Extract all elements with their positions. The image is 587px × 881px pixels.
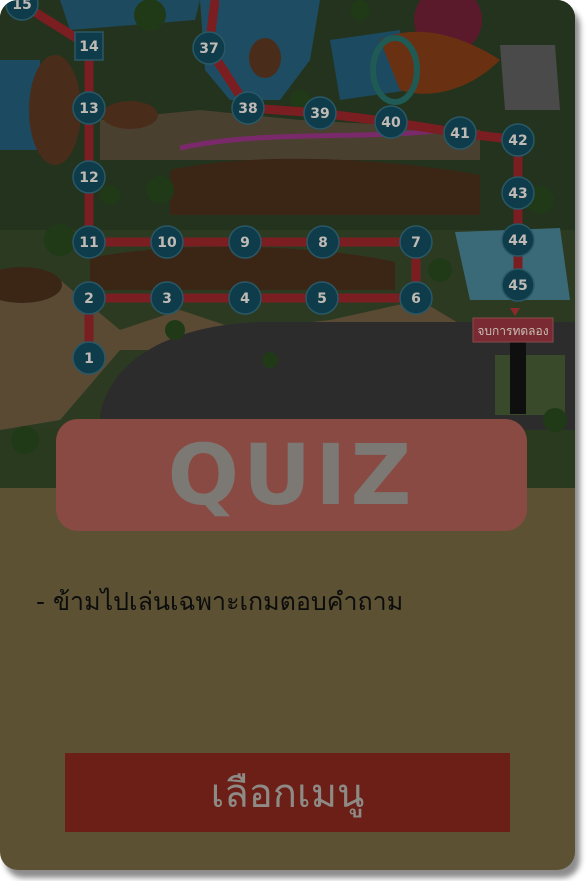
stop-number: 7 [411, 235, 421, 251]
board-stop-7: 7 [399, 225, 433, 259]
quiz-title-banner: QUIZ [56, 419, 527, 531]
stop-number: 8 [318, 235, 328, 251]
board-stop-37: 37 [192, 31, 226, 65]
stop-number: 39 [310, 106, 329, 122]
board-illustration: จบการทดลอง 12 3 4 5 67891011121314153738 3940… [0, 0, 575, 488]
board-stop-39: 39 [303, 96, 337, 130]
stop-number: 4 [240, 291, 250, 307]
stop-number: 43 [508, 186, 527, 202]
board-stop-13: 13 [72, 91, 106, 125]
stop-number: 5 [317, 291, 327, 307]
stop-number: 37 [199, 41, 218, 57]
board-stop-10: 10 [150, 225, 184, 259]
stop-number: 15 [12, 0, 31, 13]
stop-number: 1 [84, 351, 94, 367]
hut-small [102, 101, 158, 129]
board-stop-4: 4 [228, 281, 262, 315]
board-stop-1: 1 [72, 341, 106, 375]
billboard [510, 342, 526, 414]
stop-number: 44 [508, 233, 528, 249]
stop-number: 3 [162, 291, 172, 307]
stop-number: 12 [79, 170, 98, 186]
quiz-mode-card[interactable]: จบการทดลอง 1 2 3 4 5 6 7 8 9 10 11 12 13 14 15 37 38 39 40… [0, 0, 575, 870]
stop-number: 38 [238, 101, 257, 117]
board-stop-14: 14 [74, 31, 104, 61]
board-stop-41: 41 [443, 116, 477, 150]
theme-park-board-map: จบการทดลอง 1 2 3 4 5 6 7 8 9 10 11 12 13 14 15 37 38 39 40… [0, 0, 575, 488]
stop-number: 10 [157, 235, 177, 251]
stop-number: 45 [508, 278, 527, 294]
stop-number: 6 [411, 291, 421, 307]
green-field [495, 355, 565, 415]
rock-formation [249, 38, 281, 78]
stop-number: 41 [450, 126, 469, 142]
board-stop-9: 9 [228, 225, 262, 259]
select-menu-button[interactable]: เลือกเมนู [65, 753, 510, 832]
board-stop-45: 45 [501, 268, 535, 302]
board-stop-11: 11 [72, 225, 106, 259]
board-stop-5: 5 [305, 281, 339, 315]
board-stop-40: 40 [374, 105, 408, 139]
board-stop-38: 38 [231, 91, 265, 125]
board-stop-43: 43 [501, 176, 535, 210]
board-stop-44: 44 [501, 223, 535, 257]
stop-number: 2 [84, 291, 94, 307]
slide-platform [500, 45, 560, 110]
board-stop-8: 8 [306, 225, 340, 259]
stop-number: 9 [240, 235, 250, 251]
stop-number: 14 [79, 39, 99, 55]
stop-number: 42 [508, 133, 527, 149]
stop-number: 40 [381, 115, 401, 131]
board-stop-12: 12 [72, 160, 106, 194]
quiz-title: QUIZ [167, 426, 416, 524]
board-stop-2: 2 [72, 281, 106, 315]
select-menu-button-label: เลือกเมนู [210, 770, 365, 817]
stop-number: 13 [79, 101, 98, 117]
board-stop-42: 42 [501, 123, 535, 157]
board-stop-3: 3 [150, 281, 184, 315]
stop-number: 11 [79, 235, 98, 251]
quiz-description: - ข้ามไปเล่นเฉพาะเกมตอบคำถาม [36, 587, 404, 616]
finish-sign-label: จบการทดลอง [477, 324, 548, 338]
board-stop-6: 6 [399, 281, 433, 315]
